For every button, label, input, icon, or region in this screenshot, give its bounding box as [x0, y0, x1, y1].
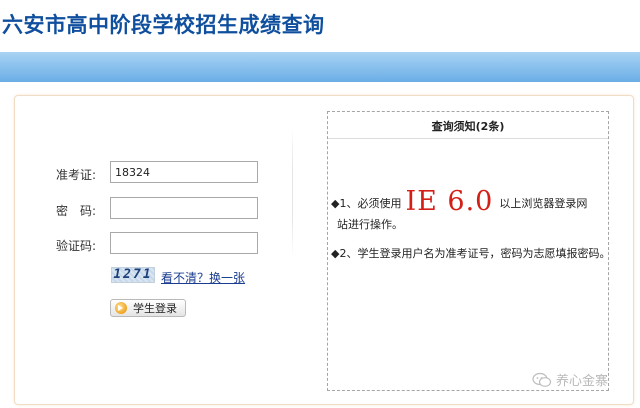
notice-item-1-suffix: 以上浏览器登录网 [499, 197, 588, 210]
header-band [0, 52, 640, 82]
page-title: 六安市高中阶段学校招生成绩查询 [2, 12, 325, 37]
student-login-button[interactable]: 学生登录 [110, 299, 186, 317]
notice-title-rule [328, 138, 608, 139]
password-input[interactable] [110, 197, 258, 219]
panel-divider [292, 128, 293, 258]
ticket-label: 准考证: [56, 168, 97, 182]
ticket-input[interactable] [110, 161, 258, 183]
captcha-input[interactable] [110, 232, 258, 254]
wechat-icon [532, 372, 552, 387]
refresh-captcha-link[interactable]: 看不清？换一张 [161, 269, 245, 286]
page-header: 六安市高中阶段学校招生成绩查询 [0, 0, 640, 52]
notice-item-1-continued: 站进行操作。 [337, 218, 403, 231]
watermark-text: 养心金寨 [556, 374, 609, 389]
arrow-icon [115, 302, 127, 314]
captcha-label: 验证码: [56, 239, 97, 253]
notice-item-1: ◆1、必须使用 IE 6.0 以上浏览器登录网 [331, 183, 588, 217]
browser-version-highlight: IE 6.0 [405, 186, 494, 217]
login-button-label: 学生登录 [133, 302, 177, 315]
watermark: 养心金寨 [532, 370, 608, 389]
notice-item-2: ◆2、学生登录用户名为准考证号，密码为志愿填报密码。 [331, 247, 611, 260]
notice-item-1-prefix: ◆1、必须使用 [331, 197, 402, 210]
captcha-image[interactable]: 1271 [111, 267, 155, 283]
password-label: 密 码: [56, 204, 97, 218]
notice-title: 查询须知(2条) [431, 120, 505, 133]
